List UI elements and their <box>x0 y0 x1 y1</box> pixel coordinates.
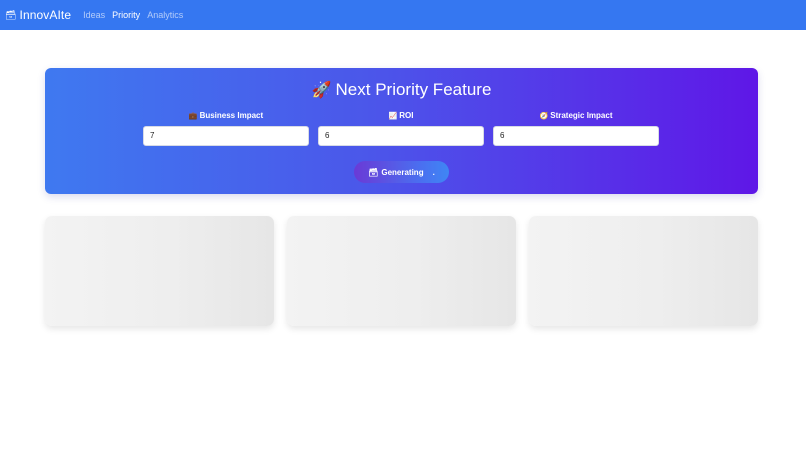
priority-hero-card: 🚀 Next Priority Feature 💼 Business Impact … <box>45 68 758 194</box>
roi-label-text: ROI <box>399 111 414 120</box>
generate-button[interactable]: 🗃 Generating . <box>354 161 449 183</box>
briefcase-icon: 💼 <box>188 113 198 120</box>
loading-placeholder-card <box>45 216 274 326</box>
roi-label: 📈 ROI <box>318 111 484 120</box>
brand-name: InnovAIte <box>19 8 72 22</box>
loading-placeholder-card <box>287 216 516 326</box>
business-impact-input[interactable] <box>143 125 309 146</box>
generate-button-label: Generating <box>381 167 424 177</box>
generate-icon: 🗃 <box>368 167 379 177</box>
nav-link-priority[interactable]: Priority <box>112 10 140 20</box>
business-impact-label-text: Business Impact <box>199 111 264 120</box>
hero-title: 🚀 Next Priority Feature <box>45 80 758 100</box>
hero-title-text: Next Priority Feature <box>335 80 492 99</box>
strategic-impact-field: 🧭 Strategic Impact <box>493 111 659 146</box>
brand[interactable]: 🗃 InnovAIte <box>5 8 71 22</box>
navbar: 🗃 InnovAIte Ideas Priority Analytics <box>0 0 806 30</box>
business-impact-field: 💼 Business Impact <box>143 111 309 146</box>
chart-increasing-icon: 📈 <box>388 113 398 120</box>
loading-placeholder-card <box>529 216 758 326</box>
roi-field: 📈 ROI <box>318 111 484 146</box>
strategic-impact-label-text: Strategic Impact <box>550 111 613 120</box>
brand-logo-icon: 🗃 <box>5 9 17 20</box>
nav-link-analytics[interactable]: Analytics <box>147 10 183 20</box>
compass-icon: 🧭 <box>539 113 549 120</box>
roi-input[interactable] <box>318 125 484 146</box>
nav-link-ideas[interactable]: Ideas <box>83 10 105 20</box>
strategic-impact-input[interactable] <box>493 125 659 146</box>
strategic-impact-label: 🧭 Strategic Impact <box>493 111 659 120</box>
rocket-icon: 🚀 <box>311 82 332 99</box>
loading-dots: . <box>432 167 435 177</box>
business-impact-label: 💼 Business Impact <box>143 111 309 120</box>
